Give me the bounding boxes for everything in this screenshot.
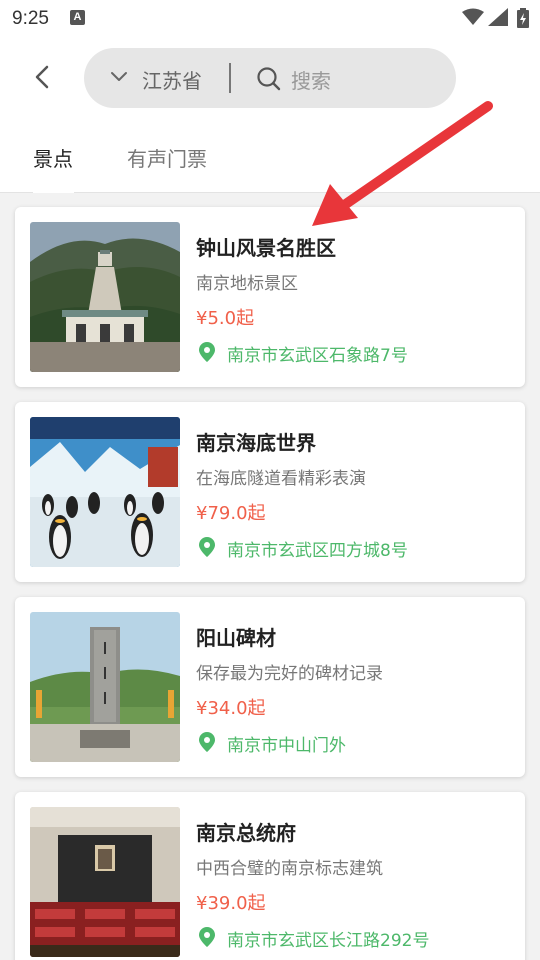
spot-address: 南京市中山门外 <box>227 736 346 756</box>
spot-thumbnail <box>30 222 180 372</box>
spot-description: 中西合璧的南京标志建筑 <box>196 859 383 879</box>
spot-price: ¥39.0起 <box>196 893 266 914</box>
spot-description: 南京地标景区 <box>196 274 298 294</box>
spot-price: ¥79.0起 <box>196 503 266 524</box>
spot-card[interactable]: 南京总统府 中西合璧的南京标志建筑 ¥39.0起 南京市玄武区长江路292号 <box>15 792 525 960</box>
tab-scenic-spots[interactable]: 景点 <box>33 143 73 172</box>
location-pin-icon <box>199 537 215 557</box>
location-pin-icon <box>199 927 215 947</box>
annotation-arrow-icon <box>312 101 493 226</box>
signal-icon <box>488 8 508 26</box>
notification-a-icon: A <box>70 10 85 25</box>
spot-card[interactable]: 钟山风景名胜区 南京地标景区 ¥5.0起 南京市玄武区石象路7号 <box>15 207 525 387</box>
search-divider <box>229 63 231 93</box>
spot-address: 南京市玄武区石象路7号 <box>227 346 408 366</box>
spot-price: ¥5.0起 <box>196 308 255 329</box>
search-icon[interactable] <box>256 66 282 92</box>
status-time: 9:25 <box>12 8 49 29</box>
spot-thumbnail <box>30 417 180 567</box>
province-selector[interactable]: 江苏省 <box>142 65 202 94</box>
chevron-down-icon[interactable] <box>110 70 128 84</box>
spot-name: 南京总统府 <box>196 821 296 845</box>
spot-name: 钟山风景名胜区 <box>196 236 336 260</box>
spot-address: 南京市玄武区四方城8号 <box>227 541 408 561</box>
spot-name: 阳山碑材 <box>196 626 276 650</box>
status-bar: 9:25 A <box>0 0 540 38</box>
spot-card[interactable]: 阳山碑材 保存最为完好的碑材记录 ¥34.0起 南京市中山门外 <box>15 597 525 777</box>
location-pin-icon <box>199 342 215 362</box>
location-pin-icon <box>199 732 215 752</box>
spot-thumbnail <box>30 612 180 762</box>
spot-price: ¥34.0起 <box>196 698 266 719</box>
wifi-icon <box>462 8 484 25</box>
spot-card[interactable]: 南京海底世界 在海底隧道看精彩表演 ¥79.0起 南京市玄武区四方城8号 <box>15 402 525 582</box>
search-input[interactable]: 搜索 <box>291 65 331 94</box>
spot-description: 保存最为完好的碑材记录 <box>196 664 383 684</box>
spot-thumbnail <box>30 807 180 957</box>
spot-address: 南京市玄武区长江路292号 <box>227 931 430 951</box>
battery-icon <box>517 8 529 28</box>
spot-description: 在海底隧道看精彩表演 <box>196 469 366 489</box>
tab-audio-tickets[interactable]: 有声门票 <box>127 143 207 172</box>
active-tab-indicator <box>33 190 74 193</box>
back-arrow-icon[interactable] <box>28 62 58 92</box>
spot-name: 南京海底世界 <box>196 431 316 455</box>
